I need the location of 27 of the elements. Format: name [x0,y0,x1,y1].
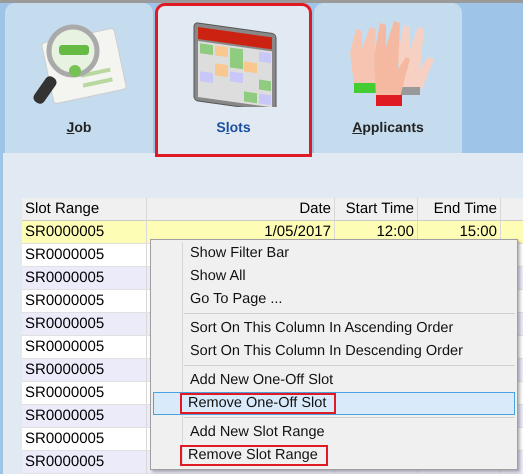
column-header[interactable]: Start Time [335,198,418,220]
menu-item[interactable]: Show All [153,265,515,288]
menu-item[interactable]: Go To Page ... [153,288,515,311]
table-cell: SR0000005 [22,428,147,450]
tab[interactable]: Slots [155,3,312,157]
column-header[interactable]: Date [147,198,335,220]
table-cell: SR0000005 [22,405,147,427]
menu-item[interactable]: Show Filter Bar [153,242,515,265]
tab[interactable]: Job [5,3,153,153]
menu-item[interactable]: Remove One-Off Slot [153,392,515,415]
column-header[interactable]: End Time [418,198,501,220]
menu-item[interactable]: Sort On This Column In Descending Order [153,340,515,363]
table-cell: SR0000005 [22,290,147,312]
table-cell: SR0000005 [22,244,147,266]
table-cell: SR0000005 [22,359,147,381]
table-cell: SR0000005 [22,313,147,335]
tab[interactable]: Applicants [314,3,462,153]
table-cell: SR0000005 [22,336,147,358]
table-cell: SR0000005 [22,382,147,404]
column-header[interactable]: Slot Range [22,198,147,220]
menu-item[interactable]: Sort On This Column In Ascending Order [153,317,515,340]
table-cell: SR0000005 [22,267,147,289]
table-cell: SR0000005 [22,451,147,473]
menu-item[interactable]: Add New Slot Range [153,421,515,444]
menu-item[interactable]: Add New One-Off Slot [153,369,515,392]
menu-item[interactable]: Remove Slot Range [153,444,515,467]
table-cell: SR0000005 [22,221,147,243]
